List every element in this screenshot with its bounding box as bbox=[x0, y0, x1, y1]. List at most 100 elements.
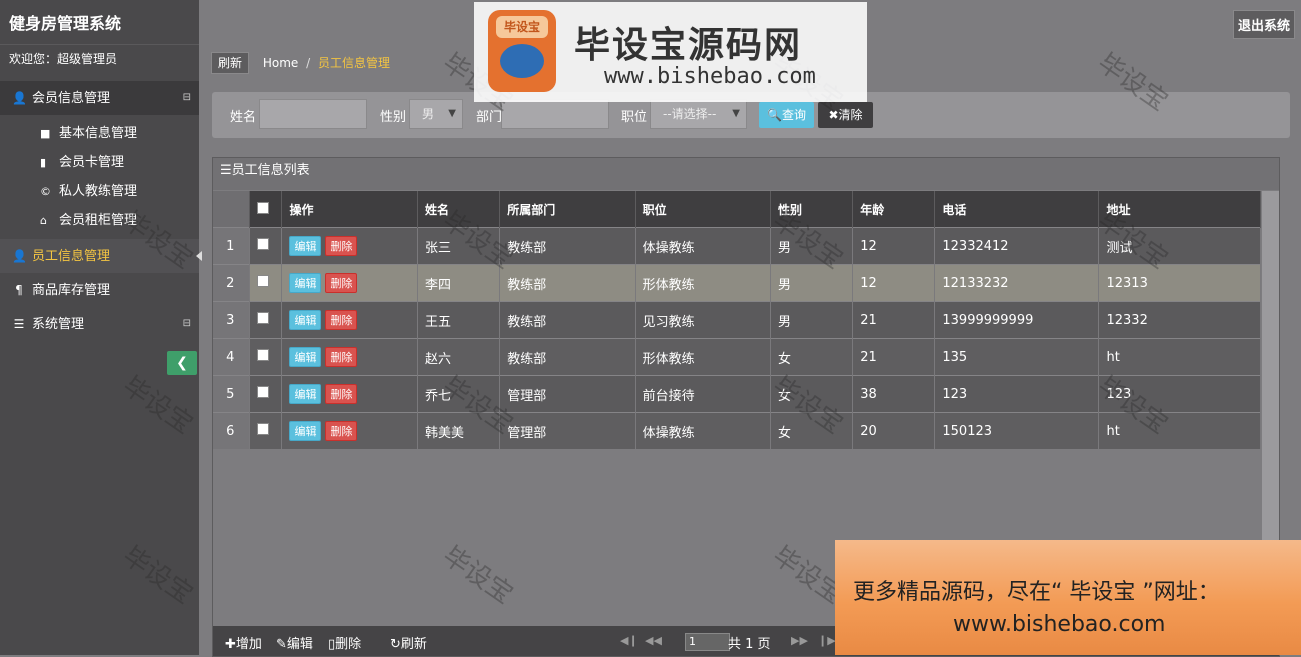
dept-input[interactable] bbox=[501, 99, 609, 129]
delete-button[interactable]: ▯删除 bbox=[328, 633, 361, 652]
sidebar-item-label: 私人教练管理 bbox=[59, 184, 138, 199]
column-header[interactable]: 电话 bbox=[934, 191, 1100, 228]
row-checkbox[interactable] bbox=[256, 238, 269, 250]
row-delete-button[interactable]: 删除 bbox=[325, 347, 358, 367]
close-icon: ✖ bbox=[828, 108, 839, 122]
sidebar-item-member-card[interactable]: ▮ 会员卡管理 bbox=[0, 148, 199, 177]
table-row[interactable]: 3 编辑 删除 王五 教练部 见习教练男 21 13999999999 12332 bbox=[213, 301, 1261, 339]
sidebar-item-private-coach[interactable]: © 私人教练管理 bbox=[0, 177, 199, 206]
row-delete-button[interactable]: 删除 bbox=[325, 384, 358, 404]
column-header[interactable]: 年龄 bbox=[852, 191, 936, 228]
row-delete-button[interactable]: 删除 bbox=[325, 310, 358, 330]
collapse-toggle-icon[interactable]: ⊟ bbox=[183, 307, 191, 341]
row-select-cell bbox=[249, 375, 283, 413]
row-actions: 编辑 删除 bbox=[281, 301, 419, 339]
logout-button[interactable]: 退出系统 bbox=[1232, 10, 1295, 39]
row-checkbox[interactable] bbox=[256, 312, 269, 324]
refresh-grid-button-label: 刷新 bbox=[400, 637, 427, 652]
utensils-icon: ¶ bbox=[15, 283, 23, 297]
row-edit-button[interactable]: 编辑 bbox=[289, 347, 322, 367]
user-icon: 👤 bbox=[12, 249, 27, 263]
cell-age: 12 bbox=[852, 264, 936, 302]
chevron-down-icon: ▼ bbox=[448, 108, 456, 119]
cell-position: 见习教练 bbox=[635, 301, 772, 339]
position-label: 职位 bbox=[621, 110, 648, 125]
add-button[interactable]: ✚增加 bbox=[225, 633, 262, 652]
collapse-toggle-icon[interactable]: ⊟ bbox=[183, 81, 191, 115]
copyright-icon: © bbox=[40, 185, 51, 198]
breadcrumb-home[interactable]: Home bbox=[263, 56, 298, 70]
row-select-cell bbox=[249, 227, 283, 265]
breadcrumb-separator: / bbox=[306, 56, 311, 70]
cell-position: 形体教练 bbox=[635, 264, 772, 302]
row-actions: 编辑 删除 bbox=[281, 375, 419, 413]
page-number-input[interactable]: 1 bbox=[685, 633, 730, 651]
row-edit-button[interactable]: 编辑 bbox=[289, 310, 322, 330]
next-page-icon[interactable]: ▶▶ bbox=[791, 634, 808, 647]
row-checkbox[interactable] bbox=[256, 386, 269, 398]
row-actions: 编辑 删除 bbox=[281, 338, 419, 376]
row-checkbox[interactable] bbox=[256, 349, 269, 361]
collapse-sidebar-button[interactable]: ❮ bbox=[167, 351, 197, 375]
cell-dept: 管理部 bbox=[499, 412, 636, 449]
list-icon: ☰ bbox=[220, 163, 232, 178]
table-row[interactable]: 2 编辑 删除 李四 教练部 形体教练男 12 12133232 12313 bbox=[213, 264, 1261, 302]
cell-name: 李四 bbox=[417, 264, 501, 302]
column-header[interactable]: 姓名 bbox=[417, 191, 501, 228]
table-row[interactable]: 6 编辑 删除 韩美美 管理部 体操教练女 20 150123 ht bbox=[213, 412, 1261, 449]
prev-page-icon[interactable]: ◀◀ bbox=[645, 634, 662, 647]
row-checkbox[interactable] bbox=[256, 275, 269, 287]
table-row[interactable]: 4 编辑 删除 赵六 教练部 形体教练女 21 135 ht bbox=[213, 338, 1261, 376]
column-header[interactable]: 地址 bbox=[1098, 191, 1261, 228]
sidebar-group-system[interactable]: ☰ 系统管理 ⊟ bbox=[0, 307, 199, 341]
row-edit-button[interactable]: 编辑 bbox=[289, 273, 322, 293]
user-icon: 👤 bbox=[12, 91, 27, 105]
sidebar-item-basic-info[interactable]: ■ 基本信息管理 bbox=[0, 119, 199, 148]
cell-name: 韩美美 bbox=[417, 412, 501, 449]
sidebar-group-label: 商品库存管理 bbox=[32, 283, 111, 298]
row-checkbox[interactable] bbox=[256, 423, 269, 435]
row-delete-button[interactable]: 删除 bbox=[325, 236, 358, 256]
cell-phone: 12133232 bbox=[934, 264, 1100, 302]
clear-button[interactable]: ✖清除 bbox=[818, 102, 873, 128]
sidebar-group-staff[interactable]: 👤 员工信息管理 bbox=[0, 239, 202, 273]
column-header[interactable]: 职位 bbox=[635, 191, 772, 228]
select-all-checkbox[interactable] bbox=[256, 201, 269, 214]
first-page-icon[interactable]: ◀❙ bbox=[620, 634, 638, 647]
sidebar-item-label: 会员租柜管理 bbox=[59, 213, 138, 228]
sidebar-item-locker[interactable]: ⌂ 会员租柜管理 bbox=[0, 206, 199, 235]
row-select-cell bbox=[249, 338, 283, 376]
cell-dept: 教练部 bbox=[499, 338, 636, 376]
row-number: 6 bbox=[213, 412, 250, 449]
edit-button[interactable]: ✎编辑 bbox=[276, 633, 313, 652]
row-delete-button[interactable]: 删除 bbox=[325, 421, 358, 441]
row-number: 5 bbox=[213, 375, 250, 413]
sidebar-item-label: 基本信息管理 bbox=[59, 126, 138, 141]
sidebar-group-label: 系统管理 bbox=[32, 317, 85, 332]
cell-gender: 男 bbox=[770, 227, 854, 265]
last-page-icon[interactable]: ❙▶ bbox=[818, 634, 836, 647]
cell-gender: 女 bbox=[770, 375, 854, 413]
search-icon: 🔍 bbox=[767, 108, 782, 122]
row-edit-button[interactable]: 编辑 bbox=[289, 421, 322, 441]
name-input[interactable] bbox=[259, 99, 367, 129]
column-header[interactable]: 性别 bbox=[770, 191, 854, 228]
row-edit-button[interactable]: 编辑 bbox=[289, 384, 322, 404]
refresh-button[interactable]: 刷新 bbox=[211, 52, 250, 74]
sidebar-group-member[interactable]: 👤 会员信息管理 ⊟ bbox=[0, 81, 199, 115]
table-row[interactable]: 5 编辑 删除 乔七 管理部 前台接待女 38 123 123 bbox=[213, 375, 1261, 413]
refresh-grid-button[interactable]: ↻刷新 bbox=[390, 633, 427, 652]
gender-select[interactable]: 男 ▼ bbox=[409, 99, 463, 129]
query-button[interactable]: 🔍查询 bbox=[759, 102, 814, 128]
row-edit-button[interactable]: 编辑 bbox=[289, 236, 322, 256]
cell-name: 乔七 bbox=[417, 375, 501, 413]
breadcrumb: 刷新 Home / 员工信息管理 bbox=[211, 52, 390, 74]
row-delete-button[interactable]: 删除 bbox=[325, 273, 358, 293]
cell-position: 体操教练 bbox=[635, 227, 772, 265]
position-select[interactable]: --请选择-- ▼ bbox=[650, 99, 747, 129]
cell-dept: 教练部 bbox=[499, 301, 636, 339]
sidebar-group-inventory[interactable]: ¶ 商品库存管理 bbox=[0, 273, 199, 307]
cell-age: 21 bbox=[852, 301, 936, 339]
column-header[interactable]: 所属部门 bbox=[499, 191, 636, 228]
table-row[interactable]: 1 编辑 删除 张三 教练部 体操教练男 12 12332412 测试 bbox=[213, 227, 1261, 265]
